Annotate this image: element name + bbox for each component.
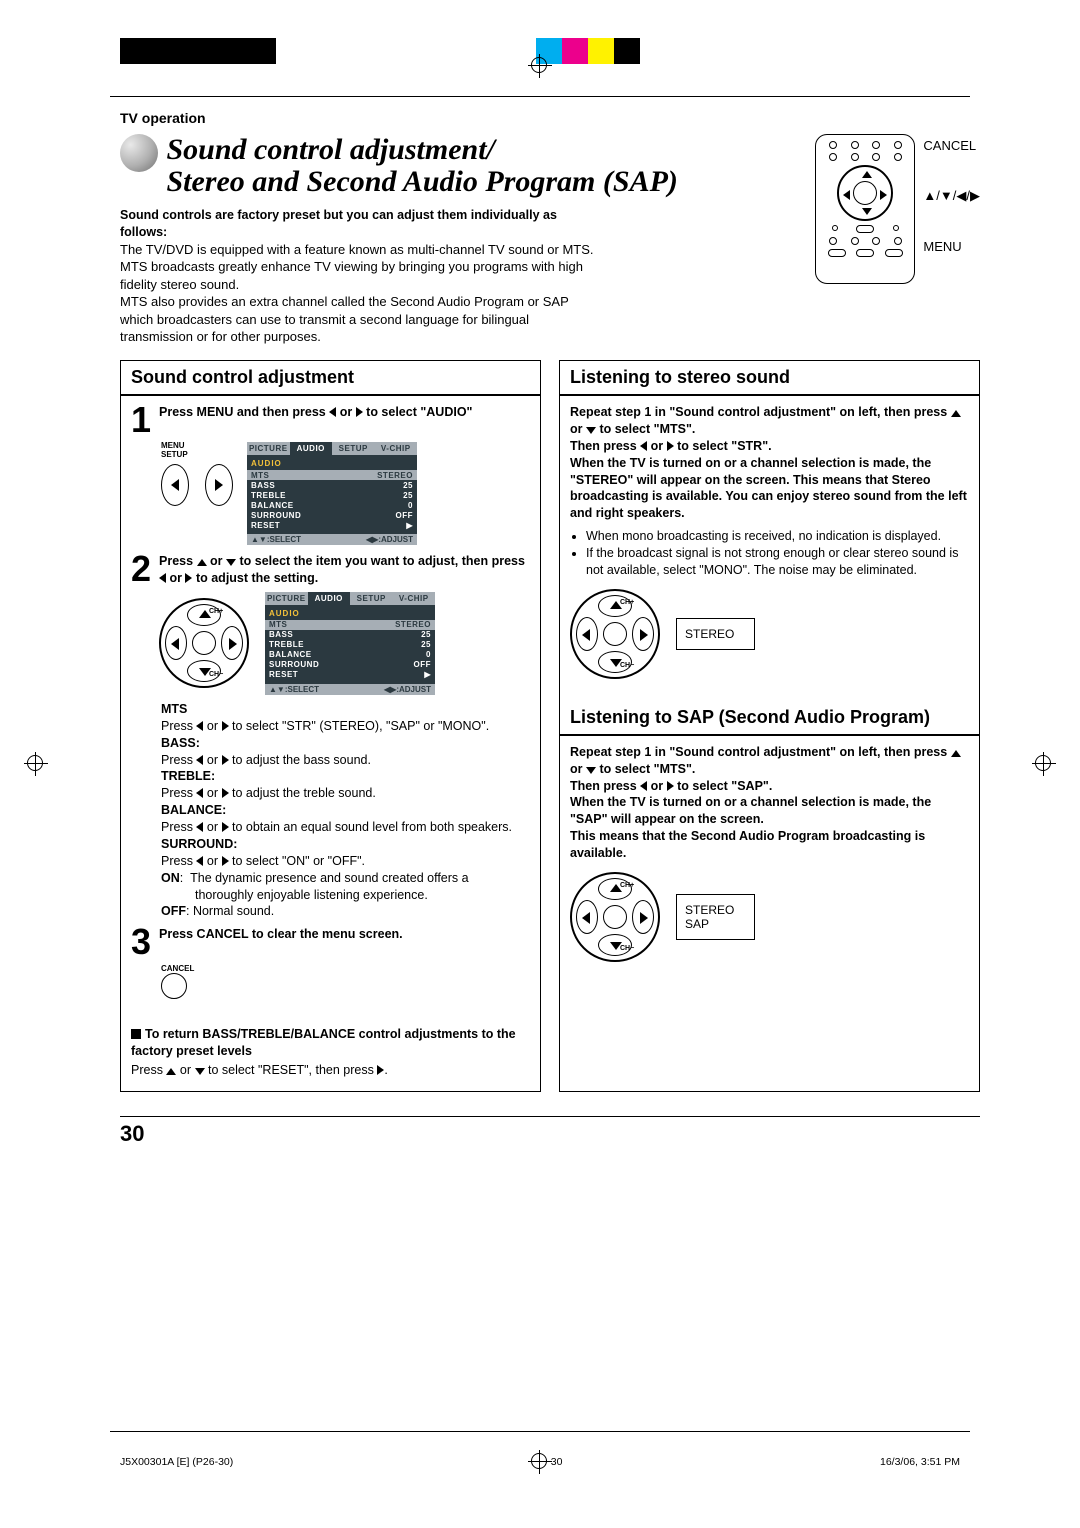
dpad-icon — [837, 165, 893, 221]
dpad-illustration-stereo: CH+CH− — [570, 589, 660, 679]
step1-text: Press MENU and then press or to select "… — [159, 404, 472, 420]
osd-screenshot-1: PICTUREAUDIOSETUPV-CHIP AUDIO MTSSTEREO … — [247, 442, 417, 545]
stereo-paragraph: Repeat step 1 in "Sound control adjustme… — [570, 404, 969, 522]
audio-definitions: MTS Press or to select "STR" (STEREO), "… — [161, 701, 530, 920]
sap-paragraph: Repeat step 1 in "Sound control adjustme… — [570, 744, 969, 862]
reset-note: To return BASS/TREBLE/BALANCE control ad… — [131, 1026, 530, 1079]
page-number: 30 — [120, 1116, 980, 1147]
osd-stereo-label: STEREO — [676, 618, 755, 650]
step-number-3: 3 — [131, 926, 151, 958]
remote-label-cancel: CANCEL — [923, 138, 980, 153]
heading-sound-control: Sound control adjustment — [121, 361, 540, 396]
footer-metadata: J5X00301A [E] (P26-30) 30 16/3/06, 3:51 … — [120, 1456, 960, 1468]
registration-mark-left — [24, 752, 48, 776]
heading-stereo: Listening to stereo sound — [560, 361, 979, 396]
step-number-2: 2 — [131, 553, 151, 585]
print-color-bar — [120, 38, 640, 64]
step-number-1: 1 — [131, 404, 151, 436]
step2-text: Press or to select the item you want to … — [159, 553, 530, 586]
remote-label-menu: MENU — [923, 239, 980, 254]
intro-paragraph: Sound controls are factory preset but yo… — [120, 207, 600, 346]
stereo-notes: When mono broadcasting is received, no i… — [570, 528, 969, 579]
heading-sap: Listening to SAP (Second Audio Program) — [560, 701, 979, 736]
footer-right: 16/3/06, 3:51 PM — [880, 1456, 960, 1468]
dpad-illustration: CH+CH− — [159, 598, 249, 688]
page-title: Sound control adjustment/ Stereo and Sec… — [166, 134, 677, 197]
left-column: Sound control adjustment 1 Press MENU an… — [120, 360, 541, 1092]
menu-setup-label: MENU SETUP — [161, 442, 233, 460]
left-arrow-button-icon — [161, 464, 189, 506]
footer-center: 30 — [551, 1456, 563, 1468]
right-arrow-button-icon — [205, 464, 233, 506]
footer-left: J5X00301A [E] (P26-30) — [120, 1456, 233, 1468]
dpad-illustration-sap: CH+CH− — [570, 872, 660, 962]
cancel-button-icon — [161, 973, 187, 999]
remote-illustration: CANCEL ▲/▼/◀/▶ MENU — [815, 134, 980, 284]
rule-top — [110, 96, 970, 97]
remote-label-arrows: ▲/▼/◀/▶ — [923, 188, 980, 204]
section-header: TV operation — [120, 110, 980, 126]
cancel-button-label: CANCEL — [161, 965, 530, 974]
title-sphere-icon — [120, 134, 158, 172]
step3-text: Press CANCEL to clear the menu screen. — [159, 926, 403, 942]
right-column: Listening to stereo sound Repeat step 1 … — [559, 360, 980, 1092]
registration-mark-top — [528, 54, 552, 78]
rule-bottom — [110, 1431, 970, 1432]
registration-mark-right — [1032, 752, 1056, 776]
osd-screenshot-2: PICTUREAUDIOSETUPV-CHIP AUDIO MTSSTEREO … — [265, 592, 435, 695]
osd-sap-label: STEREO SAP — [676, 894, 755, 941]
